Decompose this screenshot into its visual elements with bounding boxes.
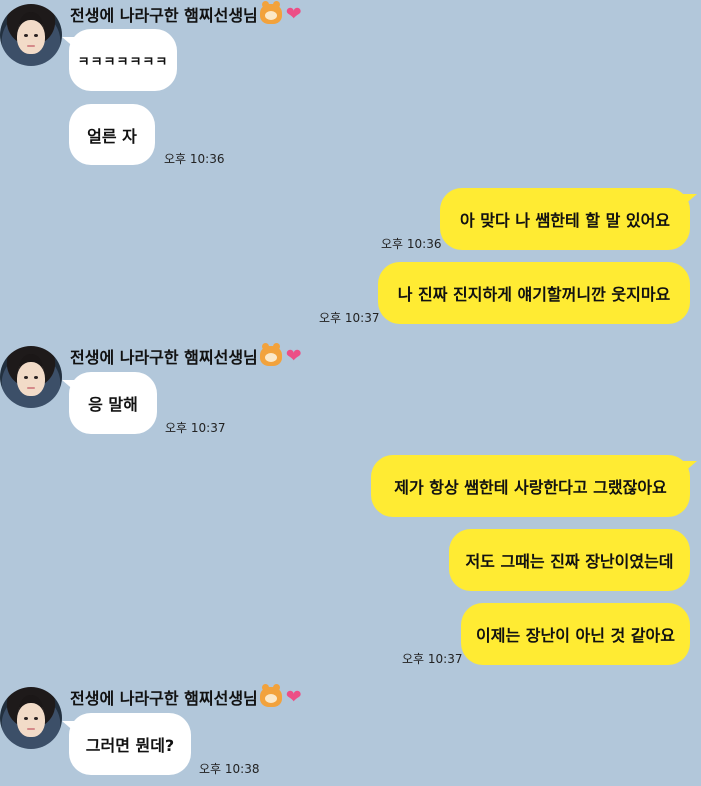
- hamster-emoji-icon: [259, 684, 282, 707]
- message-timestamp: 오후 10:37: [402, 652, 463, 666]
- sent-message[interactable]: 저도 그때는 진짜 장난이였는데: [449, 529, 690, 591]
- message-timestamp: 오후 10:37: [319, 311, 380, 325]
- profile-avatar[interactable]: [0, 687, 62, 749]
- hamster-emoji-icon: [259, 1, 282, 24]
- received-message[interactable]: 그러면 뭔데?: [62, 713, 191, 775]
- hamster-emoji-icon: [259, 343, 282, 366]
- message-text: 그러면 뭔데?: [85, 736, 175, 755]
- message-text: 얼른 자: [87, 126, 137, 146]
- received-message[interactable]: 응 말해: [62, 372, 157, 434]
- message-text: 응 말해: [88, 395, 138, 414]
- sent-message[interactable]: 아 맞다 나 쌤한테 할 말 있어요: [440, 188, 697, 250]
- heart-emoji-icon: ❤: [285, 344, 302, 367]
- sender-name: 전생에 나라구한 햄찌선생님: [70, 6, 258, 25]
- message-text: ㅋㅋㅋㅋㅋㅋㅋ: [77, 54, 169, 70]
- received-message[interactable]: 얼른 자: [69, 104, 155, 165]
- heart-emoji-icon: ❤: [285, 685, 302, 708]
- sender-name-row: 전생에 나라구한 햄찌선생님 ❤: [70, 1, 302, 26]
- sent-message[interactable]: 제가 항상 쌤한테 사랑한다고 그랬잖아요: [371, 455, 697, 517]
- avatar-face: [17, 20, 45, 54]
- sender-name: 전생에 나라구한 햄찌선생님: [70, 348, 258, 367]
- heart-emoji-icon: ❤: [285, 2, 302, 25]
- profile-avatar[interactable]: [0, 4, 62, 66]
- avatar-face: [17, 703, 45, 737]
- message-timestamp: 오후 10:36: [164, 152, 225, 166]
- message-text: 이제는 장난이 아닌 것 같아요: [476, 626, 675, 645]
- sent-message[interactable]: 나 진짜 진지하게 얘기할꺼니깐 웃지마요: [378, 262, 690, 324]
- sender-name-row: 전생에 나라구한 햄찌선생님 ❤: [70, 684, 302, 709]
- sent-message[interactable]: 이제는 장난이 아닌 것 같아요: [461, 603, 690, 665]
- message-timestamp: 오후 10:37: [165, 421, 226, 435]
- message-text: 아 맞다 나 쌤한테 할 말 있어요: [459, 211, 671, 230]
- sender-name-row: 전생에 나라구한 햄찌선생님 ❤: [70, 343, 302, 368]
- message-text: 제가 항상 쌤한테 사랑한다고 그랬잖아요: [394, 478, 667, 497]
- sender-name: 전생에 나라구한 햄찌선생님: [70, 689, 258, 708]
- message-timestamp: 오후 10:38: [199, 762, 260, 776]
- message-timestamp: 오후 10:36: [381, 237, 442, 251]
- message-text: 나 진짜 진지하게 얘기할꺼니깐 웃지마요: [397, 285, 671, 304]
- profile-avatar[interactable]: [0, 346, 62, 408]
- avatar-face: [17, 362, 45, 396]
- message-text: 저도 그때는 진짜 장난이였는데: [465, 552, 674, 571]
- received-message[interactable]: ㅋㅋㅋㅋㅋㅋㅋ: [62, 29, 177, 91]
